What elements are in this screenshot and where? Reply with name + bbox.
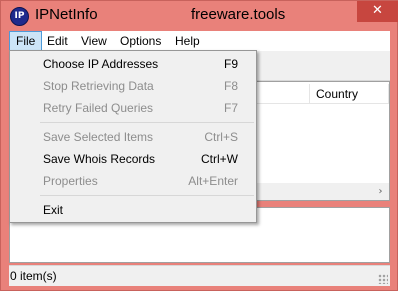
- menu-item-label: Choose IP Addresses: [43, 57, 159, 71]
- menu-item-retry-failed[interactable]: Retry Failed Queries F7: [10, 97, 256, 119]
- menu-item-shortcut: F8: [223, 79, 238, 93]
- close-icon: ✕: [372, 3, 383, 18]
- menu-item-shortcut: Ctrl+S: [204, 130, 238, 144]
- menu-help[interactable]: Help: [169, 31, 206, 51]
- menu-separator: [40, 195, 254, 196]
- file-menu-dropdown: Choose IP Addresses F9 Stop Retrieving D…: [9, 50, 257, 223]
- menu-item-shortcut: Alt+Enter: [188, 174, 238, 188]
- title-watermark: freeware.tools: [191, 6, 286, 23]
- menu-item-shortcut: F7: [223, 101, 238, 115]
- main-window: IP IPNetInfo freeware.tools ✕ File Edit …: [0, 0, 398, 291]
- column-header-blank[interactable]: [256, 84, 310, 104]
- status-item-count: 0 item(s): [10, 269, 57, 283]
- menu-item-label: Retry Failed Queries: [43, 101, 154, 115]
- menu-options[interactable]: Options: [114, 31, 167, 51]
- column-header-country[interactable]: Country: [310, 84, 389, 104]
- close-button[interactable]: ✕: [357, 1, 398, 22]
- menu-item-stop-retrieving[interactable]: Stop Retrieving Data F8: [10, 75, 256, 97]
- menu-edit[interactable]: Edit: [41, 31, 74, 51]
- menu-item-choose-ip[interactable]: Choose IP Addresses F9: [10, 53, 256, 75]
- app-icon: IP: [10, 7, 29, 26]
- menu-item-label: Exit: [43, 203, 64, 217]
- resize-grip-icon[interactable]: [378, 274, 388, 284]
- status-bar: 0 item(s): [9, 265, 390, 286]
- menu-item-exit[interactable]: Exit: [10, 199, 256, 221]
- menu-item-label: Save Whois Records: [43, 152, 156, 166]
- menu-item-shortcut: F9: [223, 57, 238, 71]
- menu-item-shortcut: Ctrl+W: [201, 152, 238, 166]
- menu-file[interactable]: File: [9, 31, 43, 51]
- title-bar[interactable]: IP IPNetInfo freeware.tools ✕: [1, 1, 398, 31]
- menu-item-label: Stop Retrieving Data: [43, 79, 154, 93]
- menu-item-save-whois[interactable]: Save Whois Records Ctrl+W: [10, 148, 256, 170]
- menu-item-label: Properties: [43, 174, 98, 188]
- menu-separator: [40, 122, 254, 123]
- menu-bar: File Edit View Options Help: [9, 31, 390, 51]
- menu-item-save-selected[interactable]: Save Selected Items Ctrl+S: [10, 126, 256, 148]
- window-title: IPNetInfo: [35, 6, 98, 23]
- menu-item-properties[interactable]: Properties Alt+Enter: [10, 170, 256, 192]
- scroll-right-arrow-icon[interactable]: ›: [372, 183, 389, 200]
- menu-view[interactable]: View: [75, 31, 113, 51]
- menu-item-label: Save Selected Items: [43, 130, 154, 144]
